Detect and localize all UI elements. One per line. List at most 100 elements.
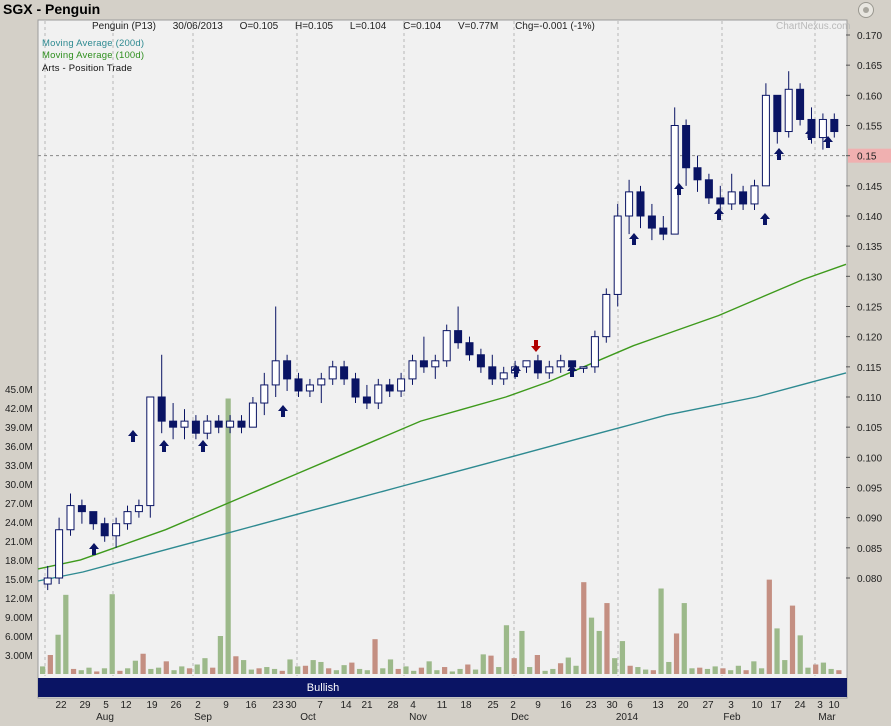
volume-bar [550,668,556,674]
volume-bar [542,670,548,674]
volume-bar [186,668,193,674]
volume-bar [140,653,146,674]
volume-tick-label: 24.0M [5,518,33,529]
volume-tick-label: 9.00M [5,613,33,624]
candle-body [488,366,497,380]
volume-bar [318,661,324,674]
volume-bar [333,670,339,674]
candle-body [454,330,463,344]
x-day-label: 13 [652,700,664,711]
x-day-label: 12 [120,700,132,711]
price-tick-label: 0.160 [857,91,882,102]
price-tick-label: 0.090 [857,514,882,525]
price-tick-label: 0.170 [857,31,882,42]
price-tick-label: 0.100 [857,453,882,464]
volume-bar [241,660,247,674]
volume-bar [125,668,131,674]
volume-bar [573,665,579,674]
volume-bar [782,660,788,674]
volume-bar [279,670,285,674]
volume-bar [434,670,440,674]
volume-bar [689,668,695,674]
candle-body [682,125,691,169]
volume-bar [101,668,108,674]
candle-body [431,360,440,368]
candle-body [556,360,565,368]
volume-bar [55,634,61,674]
x-day-label: 18 [460,700,472,711]
price-tick-label: 0.130 [857,272,882,283]
quote-date: 30/06/2013 [172,21,223,32]
price-tick-label: 0.140 [857,212,882,223]
volume-tick-label: 15.0M [5,575,33,586]
volume-bar [697,667,703,674]
volume-bar [650,670,656,674]
candle-body [351,378,360,398]
volume-bar [635,667,641,674]
candle-body [317,378,326,386]
volume-bar [256,668,262,674]
candle-body [659,227,668,235]
volume-bar [774,628,780,674]
x-day-label: 25 [487,700,499,711]
candle-body [294,378,303,392]
x-day-label: 4 [410,700,416,711]
volume-bar [681,603,687,674]
volume-bar [372,639,378,674]
x-month-label: 2014 [616,712,639,723]
candle-body [773,94,782,133]
volume-bar [488,655,494,674]
candle-body [727,191,736,205]
x-month-label: Sep [194,712,212,723]
volume-bar [457,668,463,674]
x-day-label: 16 [245,700,257,711]
volume-bar [148,668,154,674]
price-tick-label: 0.15 [857,152,877,163]
candle-body [476,354,485,368]
volume-tick-label: 12.0M [5,594,33,605]
candle-body [112,523,121,537]
volume-bar [735,665,741,674]
volume-bar [596,630,602,674]
candle-body [248,402,257,428]
candle-body [818,118,827,139]
candle-body [625,191,634,217]
volume-bar [411,670,417,674]
candle-body [362,396,371,404]
x-day-label: 6 [627,700,633,711]
volume-bar [751,661,757,674]
volume-bar [743,670,749,674]
candle-body [579,366,588,369]
x-day-label: 7 [317,700,323,711]
legend-arts: Arts - Position Trade [42,63,133,74]
quote-stock: Penguin (P13) [92,21,156,32]
volume-bar [728,670,734,674]
volume-bar [117,670,123,674]
price-tick-label: 0.110 [857,393,882,404]
volume-bar [179,666,185,674]
x-month-label: Dec [511,712,529,723]
volume-bar [70,668,77,674]
volume-bar [658,588,664,674]
status-bar [38,678,847,697]
volume-bar [163,661,169,674]
volume-bar [47,655,53,674]
price-tick-label: 0.115 [857,363,882,374]
x-day-label: 23 [585,700,597,711]
x-day-label: 10 [751,700,763,711]
price-tick-label: 0.120 [857,333,882,344]
volume-bar [472,669,479,674]
quote-close: C=0.104 [403,21,442,32]
candle-body [214,420,223,428]
volume-bar [395,668,401,674]
volume-bar [310,660,316,674]
quote-low: L=0.104 [349,21,387,32]
x-day-label: 5 [103,700,109,711]
volume-tick-label: 21.0M [5,537,33,548]
candle-body [374,384,383,404]
candle-body [522,360,531,368]
candle-body [146,396,155,507]
volume-tick-label: 33.0M [5,461,33,472]
candle-body [602,293,611,338]
x-day-label: 11 [437,700,448,711]
